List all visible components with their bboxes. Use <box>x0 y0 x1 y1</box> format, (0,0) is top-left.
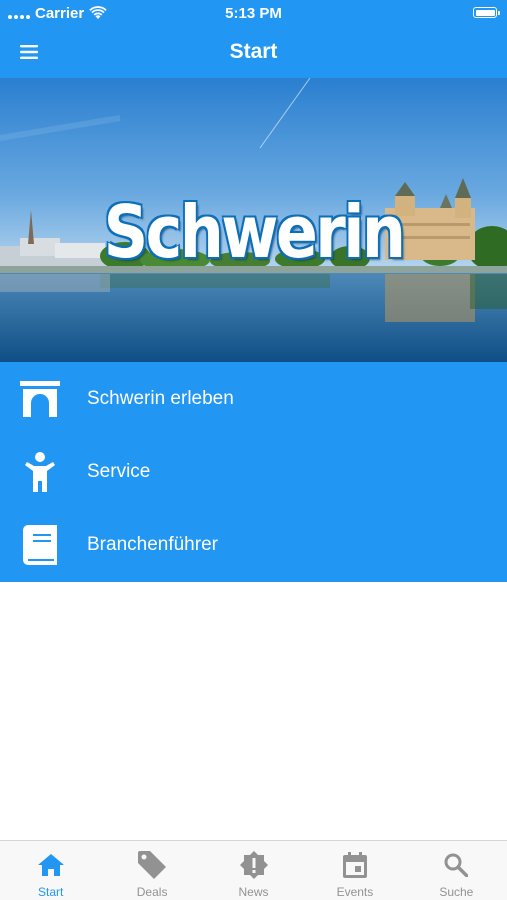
hero-city-title: Schwerin <box>103 190 406 274</box>
menu-item-service[interactable]: Service <box>0 435 507 508</box>
main-menu-list: Schwerin erleben Service Branchenführer <box>0 362 507 582</box>
tab-label: Suche <box>439 885 474 899</box>
tab-suche[interactable]: Suche <box>406 841 507 900</box>
alert-badge-icon <box>239 850 269 880</box>
nav-bar: Start <box>0 26 507 78</box>
tab-label: News <box>238 885 269 899</box>
tab-label: Events <box>336 885 374 899</box>
menu-item-label: Service <box>87 460 151 482</box>
battery-icon <box>473 7 500 18</box>
tag-icon <box>137 850 167 880</box>
tab-bar: Start Deals News Events Suche <box>0 840 507 900</box>
menu-item-schwerin-erleben[interactable]: Schwerin erleben <box>0 362 507 435</box>
book-icon <box>20 525 60 565</box>
tab-events[interactable]: Events <box>304 841 405 900</box>
status-bar: Carrier 5:13 PM <box>0 0 507 26</box>
page-title: Start <box>229 40 278 63</box>
menu-item-branchenfuehrer[interactable]: Branchenführer <box>0 508 507 581</box>
menu-item-label: Branchenführer <box>87 533 218 555</box>
hero-banner: Schwerin <box>0 78 507 362</box>
tab-start[interactable]: Start <box>0 841 101 900</box>
status-time: 5:13 PM <box>225 5 282 22</box>
calendar-icon <box>340 850 370 880</box>
tab-deals[interactable]: Deals <box>101 841 202 900</box>
tab-label: Start <box>38 885 64 899</box>
person-icon <box>20 452 60 492</box>
gate-icon <box>20 379 60 419</box>
tab-label: Deals <box>136 885 168 899</box>
home-icon <box>36 850 66 880</box>
tab-news[interactable]: News <box>203 841 304 900</box>
search-icon <box>441 850 471 880</box>
menu-item-label: Schwerin erleben <box>87 387 234 409</box>
